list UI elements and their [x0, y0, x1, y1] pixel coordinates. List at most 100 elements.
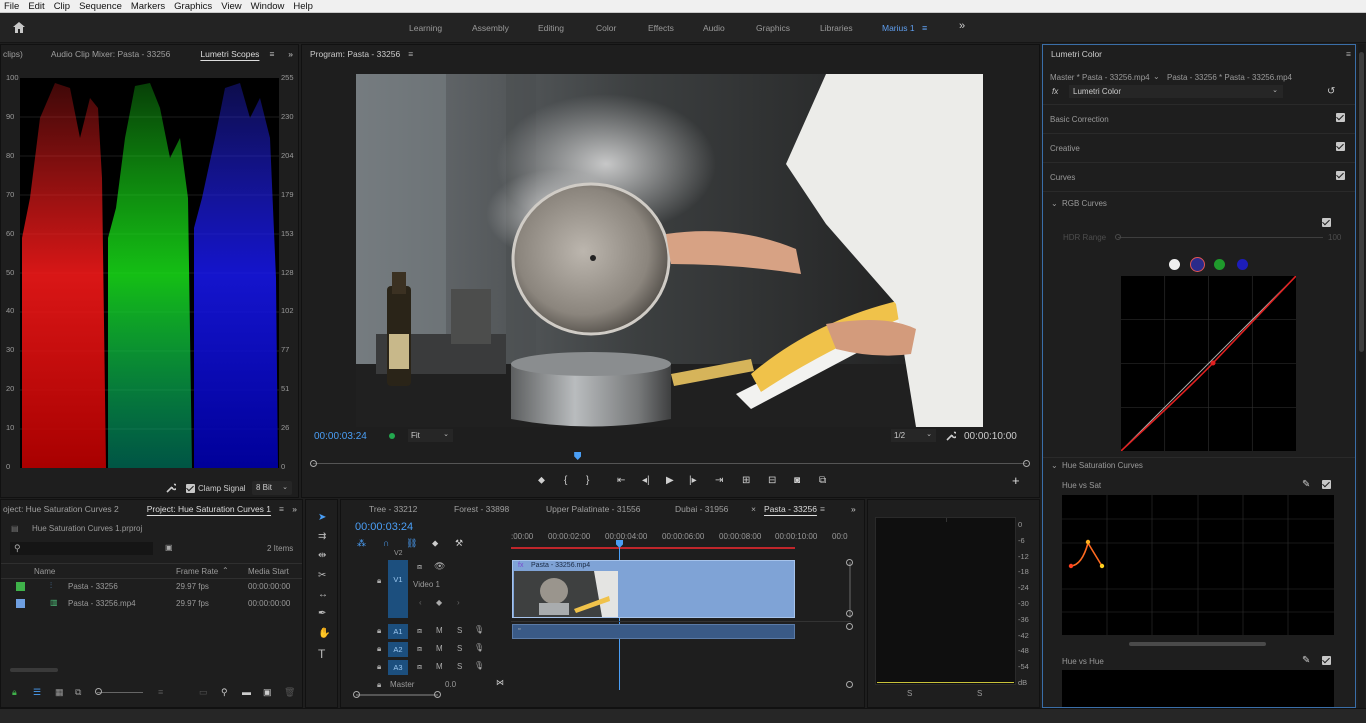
workspace-effects[interactable]: Effects	[648, 23, 674, 33]
project-h-scrollbar[interactable]	[10, 668, 58, 672]
timeline-menu-icon[interactable]: ≡	[820, 504, 825, 514]
timeline-h-scrollbar[interactable]	[356, 694, 438, 696]
lift-icon[interactable]: ⊞	[742, 475, 750, 486]
scroll-handle[interactable]	[846, 681, 853, 688]
mute-button[interactable]: M	[436, 662, 443, 671]
master-value[interactable]: 0.0	[445, 680, 456, 689]
menu-sequence[interactable]: Sequence	[79, 1, 122, 12]
project-search-input[interactable]: ⚲	[10, 542, 153, 555]
home-icon[interactable]	[12, 21, 26, 34]
lock-icon[interactable]: 🔒︎	[377, 644, 381, 654]
pen-tool-icon[interactable]: ✒	[318, 608, 326, 619]
clamp-signal-checkbox[interactable]	[186, 484, 195, 493]
menu-clip[interactable]: Clip	[54, 1, 70, 12]
lock-icon[interactable]: 🔒︎	[377, 680, 381, 690]
hue-vs-sat-graph[interactable]	[1062, 495, 1334, 635]
track-v1-target[interactable]: V1	[388, 560, 408, 618]
chevron-down-icon[interactable]: ⌄	[1051, 199, 1058, 208]
video-clip[interactable]: fx Pasta - 33256.mp4	[512, 560, 795, 618]
add-marker-icon[interactable]: ⬥	[432, 538, 438, 549]
tab-upper-palatinate[interactable]: Upper Palatinate - 31556	[546, 504, 641, 514]
scroll-handle[interactable]	[846, 610, 853, 617]
rgb-curves-checkbox[interactable]	[1322, 218, 1331, 227]
go-to-end-icon[interactable]: ⋈	[496, 678, 504, 687]
menu-view[interactable]: View	[221, 1, 241, 12]
microphone-icon[interactable]: 🎙︎	[474, 661, 484, 670]
audio-clip[interactable]: ▫	[512, 624, 795, 639]
project-menu-icon[interactable]: ≡	[279, 504, 284, 514]
zoom-slider[interactable]	[97, 692, 143, 693]
track-a1-target[interactable]: A1	[388, 624, 408, 639]
column-name[interactable]: Name	[34, 567, 55, 576]
sort-ascending-icon[interactable]: ⌃	[222, 566, 229, 575]
extract-icon[interactable]: ⊟	[768, 475, 776, 486]
add-keyframe-icon[interactable]: ◆	[436, 598, 442, 607]
lock-icon[interactable]: 🔒︎	[377, 576, 381, 586]
playhead-marker[interactable]	[574, 452, 582, 460]
prev-keyframe-icon[interactable]: ‹	[419, 598, 422, 607]
green-channel-button[interactable]	[1214, 259, 1225, 270]
sync-lock-icon[interactable]: ⧈	[417, 626, 422, 636]
wrench-icon[interactable]	[166, 483, 176, 493]
hue-saturation-curves-label[interactable]: Hue Saturation Curves	[1062, 461, 1143, 470]
rgb-curve-graph[interactable]	[1121, 276, 1296, 451]
eye-icon[interactable]: 👁︎	[434, 561, 445, 572]
red-channel-button[interactable]	[1190, 257, 1205, 272]
menu-window[interactable]: Window	[251, 1, 285, 12]
hdr-range-slider[interactable]	[1118, 237, 1323, 238]
white-channel-button[interactable]	[1169, 259, 1180, 270]
workspace-color[interactable]: Color	[596, 23, 616, 33]
solo-right-button[interactable]: S	[977, 689, 982, 698]
lumetri-title[interactable]: Lumetri Color	[1043, 49, 1110, 59]
project-overflow-icon[interactable]: »	[292, 504, 297, 514]
timeline-overflow-icon[interactable]: »	[851, 504, 856, 514]
hue-vs-hue-graph[interactable]	[1062, 670, 1334, 707]
table-row[interactable]: ⫶ Pasta - 33256 29.97 fps 00:00:00:00	[1, 579, 291, 596]
workspace-audio[interactable]: Audio	[703, 23, 725, 33]
program-title[interactable]: Program: Pasta - 33256	[302, 49, 408, 59]
label-color-swatch[interactable]	[16, 582, 25, 591]
step-forward-icon[interactable]: |▸	[689, 475, 697, 486]
workspace-assembly[interactable]: Assembly	[472, 23, 509, 33]
go-to-out-icon[interactable]: ⇥	[715, 475, 723, 486]
track-select-tool-icon[interactable]: ⇉	[318, 531, 326, 542]
curves-checkbox[interactable]	[1336, 171, 1345, 180]
ripple-edit-tool-icon[interactable]: ⇹	[318, 550, 326, 561]
lock-icon[interactable]: 🔒︎	[12, 687, 17, 698]
scopes-menu-icon[interactable]: ≡	[269, 49, 274, 59]
slip-tool-icon[interactable]: ↔	[318, 589, 328, 600]
hdr-slider-handle[interactable]	[1115, 234, 1121, 240]
menu-markers[interactable]: Markers	[131, 1, 165, 12]
track-a3-target[interactable]: A3	[388, 660, 408, 675]
next-keyframe-icon[interactable]: ›	[457, 598, 460, 607]
trash-icon[interactable]: 🗑︎	[284, 687, 295, 698]
eyedropper-icon[interactable]: ✎	[1302, 479, 1310, 490]
scrub-in-handle[interactable]	[310, 460, 317, 467]
section-basic-correction[interactable]: Basic Correction	[1050, 115, 1109, 124]
selection-tool-icon[interactable]: ➤	[318, 512, 326, 523]
zoom-handle[interactable]	[353, 691, 360, 698]
add-marker-icon[interactable]: ⬥	[538, 475, 545, 486]
hue-vs-sat-checkbox[interactable]	[1322, 480, 1331, 489]
column-media-start[interactable]: Media Start	[248, 567, 289, 576]
basic-correction-checkbox[interactable]	[1336, 113, 1345, 122]
lumetri-menu-icon[interactable]: ≡	[1346, 49, 1351, 59]
timeline-timecode[interactable]: 00:00:03:24	[355, 521, 413, 533]
tab-project-1[interactable]: Project: Hue Saturation Curves 1	[127, 504, 279, 514]
column-frame-rate[interactable]: Frame Rate	[176, 567, 218, 576]
tab-audio-clip-mixer[interactable]: Audio Clip Mixer: Pasta - 33256	[31, 49, 179, 59]
sync-lock-icon[interactable]: ⧈	[417, 662, 422, 672]
lock-icon[interactable]: 🔒︎	[377, 662, 381, 672]
chevron-down-icon[interactable]: ⌄	[1051, 461, 1058, 470]
menu-file[interactable]: File	[4, 1, 19, 12]
section-creative[interactable]: Creative	[1050, 144, 1080, 153]
step-back-icon[interactable]: ◂|	[642, 475, 650, 486]
lock-icon[interactable]: 🔒︎	[377, 626, 381, 636]
blue-channel-button[interactable]	[1237, 259, 1248, 270]
creative-checkbox[interactable]	[1336, 142, 1345, 151]
time-ruler[interactable]: :00:00 00:00:02:00 00:00:04:00 00:00:06:…	[511, 528, 848, 550]
scrollbar-thumb[interactable]	[1359, 52, 1364, 352]
solo-button[interactable]: S	[457, 644, 462, 653]
razor-tool-icon[interactable]: ✂	[318, 570, 326, 581]
mute-button[interactable]: M	[436, 644, 443, 653]
